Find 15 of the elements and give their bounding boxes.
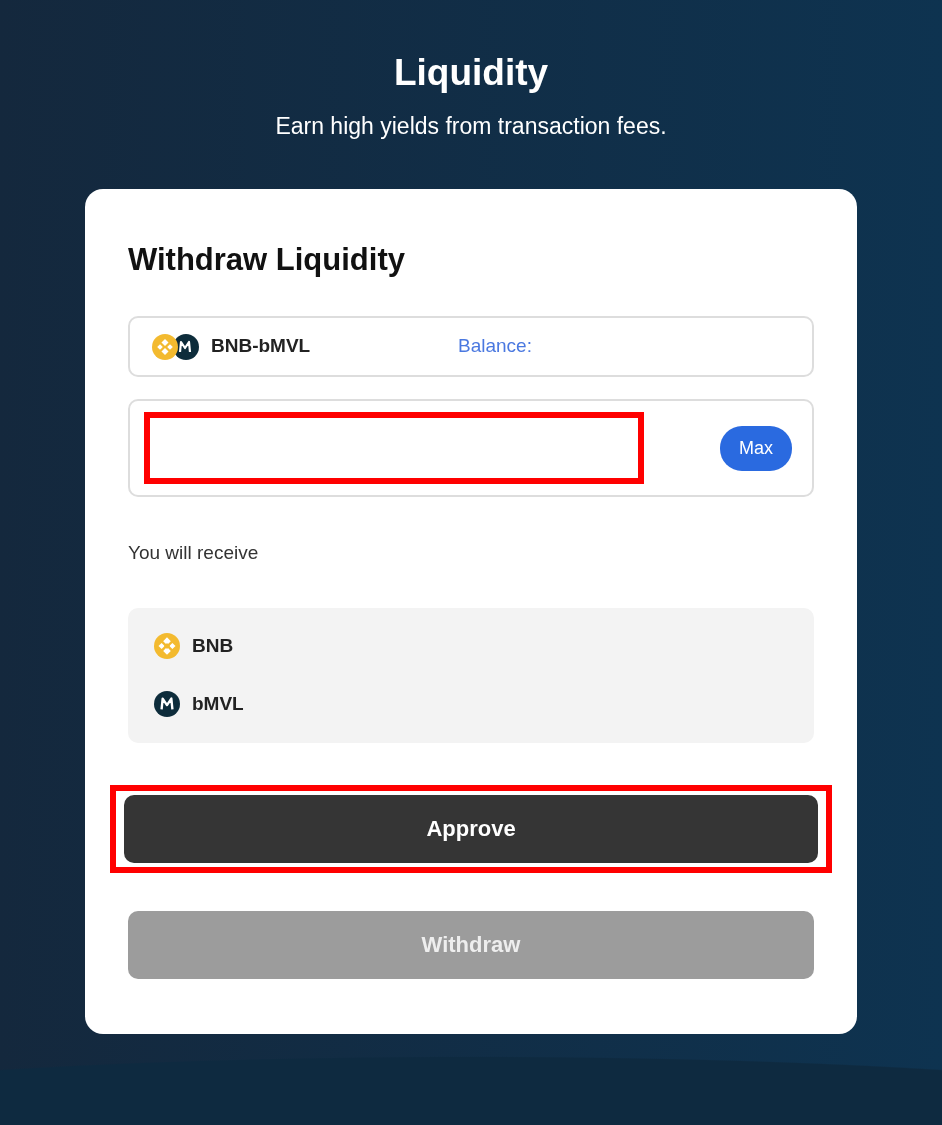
coin-icon xyxy=(154,633,180,659)
pair-label: BNB-bMVL xyxy=(211,334,312,359)
amount-field[interactable]: Max xyxy=(128,399,814,498)
max-button[interactable]: Max xyxy=(720,425,792,471)
receive-label: You will receive xyxy=(128,541,260,566)
action-button[interactable]: Approve xyxy=(124,794,818,863)
token-label: BNB xyxy=(192,633,234,658)
pair-selector[interactable]: BNB-bMVL Balance: xyxy=(128,316,814,378)
page-title: Liquidity xyxy=(392,52,550,95)
coin-pair-icon xyxy=(152,333,199,360)
coin-icon xyxy=(154,691,180,718)
balance-label: Balance: xyxy=(458,334,532,359)
token-label: bMVL xyxy=(192,692,244,717)
page-subtitle: Earn high yields from transaction fees. xyxy=(274,111,668,141)
card-title: Withdraw Liquidity xyxy=(128,241,406,279)
